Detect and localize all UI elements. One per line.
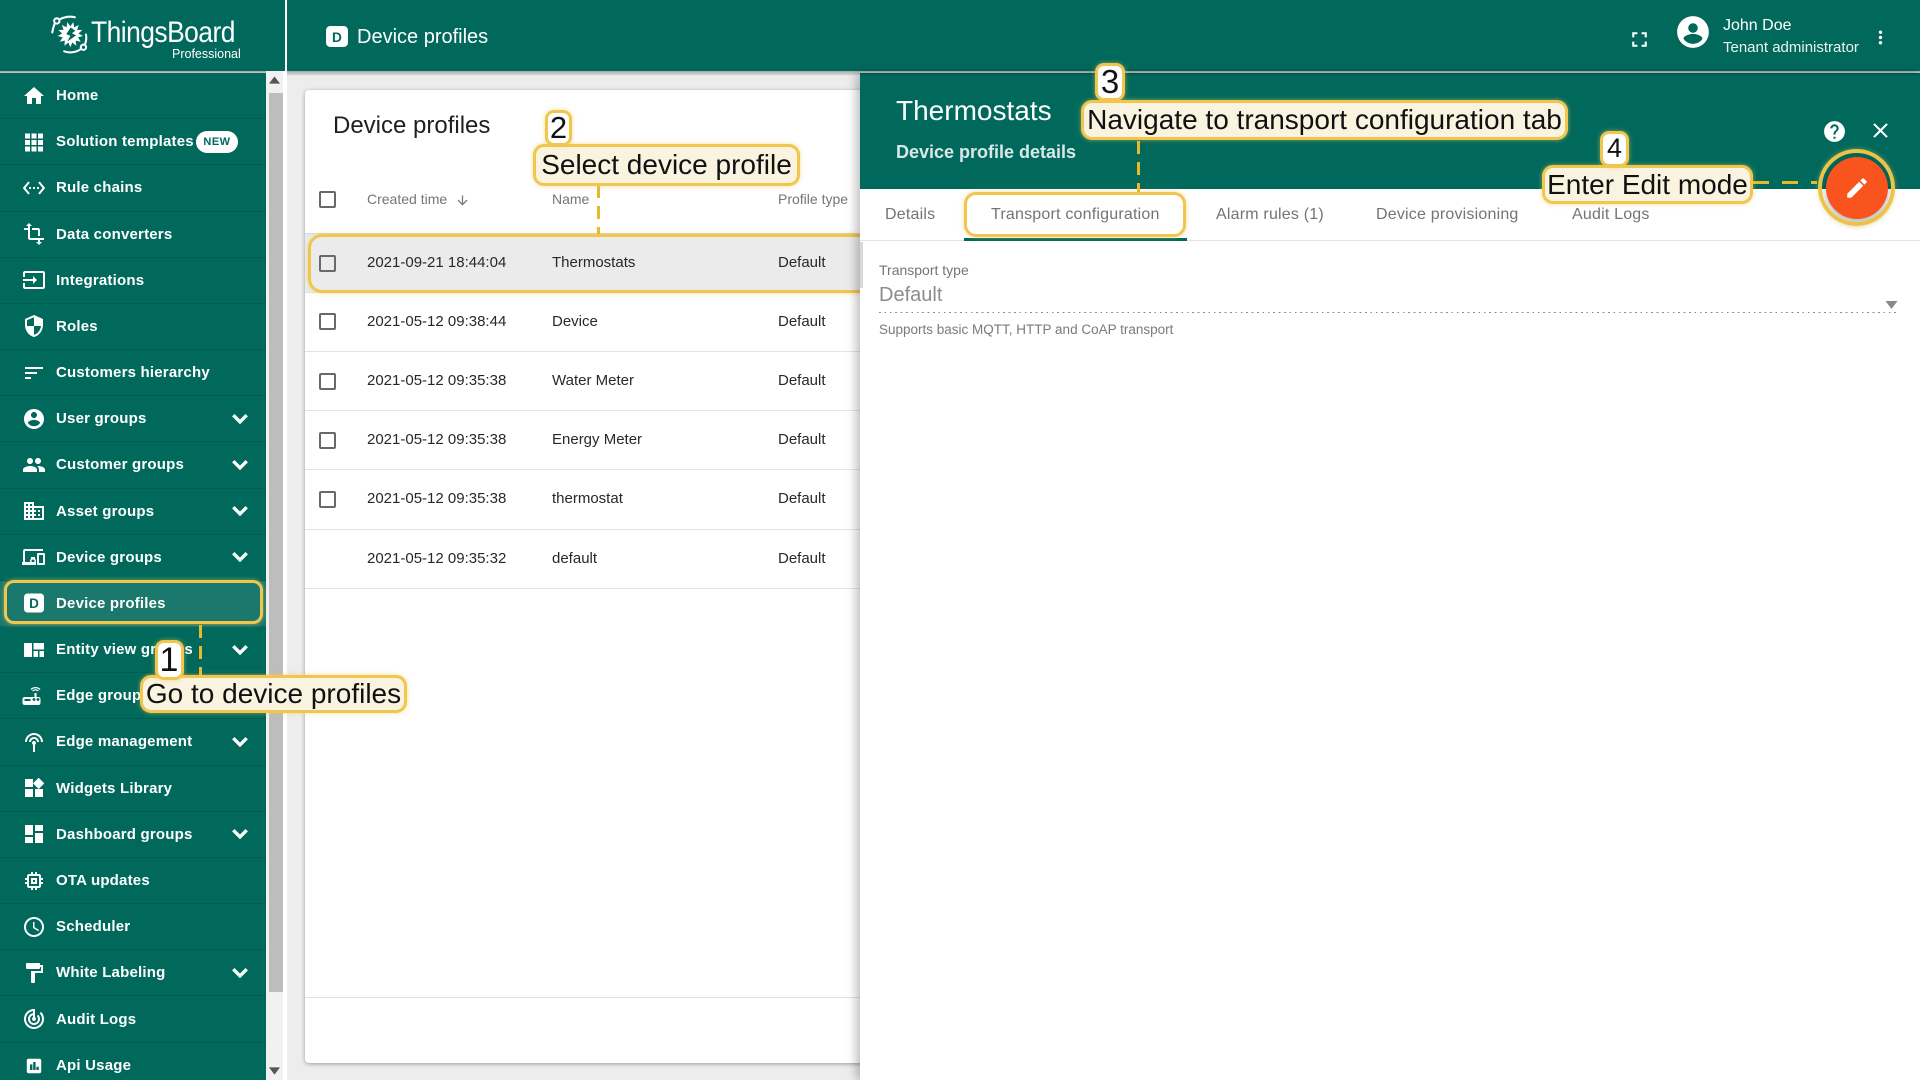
svg-text:D: D [332,30,342,45]
